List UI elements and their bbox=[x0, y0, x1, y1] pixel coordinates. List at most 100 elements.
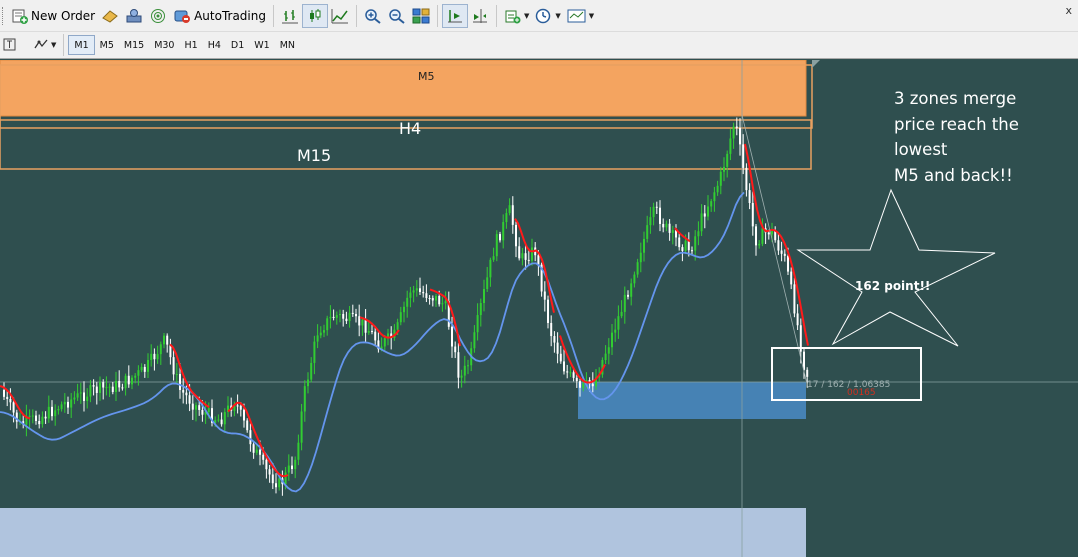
candle-body bbox=[806, 369, 809, 377]
periods-button[interactable]: ▼ bbox=[532, 4, 563, 28]
tile-windows-button[interactable] bbox=[409, 4, 433, 28]
candle-body bbox=[611, 332, 613, 348]
candle-body bbox=[300, 411, 303, 443]
candle-body bbox=[505, 213, 508, 223]
candle-body bbox=[332, 316, 335, 318]
crosshair-button[interactable] bbox=[0, 33, 20, 57]
candle-body bbox=[79, 392, 82, 394]
candle-body bbox=[441, 303, 444, 305]
candle-body bbox=[412, 290, 415, 293]
autotrading-button[interactable]: AutoTrading bbox=[170, 4, 269, 28]
candle-body bbox=[51, 406, 53, 417]
signals-button[interactable] bbox=[146, 4, 170, 28]
candle-body bbox=[787, 255, 789, 272]
candle-body bbox=[121, 387, 124, 389]
candle-body bbox=[179, 374, 181, 390]
candle-body bbox=[105, 387, 108, 389]
zoom-out-icon bbox=[388, 8, 406, 24]
candle-body bbox=[310, 362, 313, 380]
candle-body bbox=[201, 409, 204, 415]
timeframe-m15-button[interactable]: M15 bbox=[119, 35, 149, 55]
candle-body bbox=[396, 322, 399, 330]
timeframe-mn-button[interactable]: MN bbox=[275, 35, 300, 55]
indicators-icon bbox=[504, 8, 522, 24]
candle-body bbox=[249, 430, 252, 445]
candle-body bbox=[6, 396, 9, 400]
candle-body bbox=[316, 335, 319, 342]
candle-body bbox=[550, 322, 553, 337]
candle-body bbox=[668, 223, 671, 233]
candle-body bbox=[444, 301, 447, 304]
candle-body bbox=[243, 409, 245, 421]
candle-body bbox=[131, 377, 133, 385]
line-studies-button[interactable]: ▼ bbox=[30, 33, 59, 57]
timeframe-m1-button[interactable]: M1 bbox=[68, 35, 95, 55]
templates-icon bbox=[567, 8, 587, 24]
toolbar-separator bbox=[63, 34, 65, 56]
close-icon[interactable]: x bbox=[1065, 4, 1072, 17]
candle-body bbox=[515, 224, 517, 247]
timeframe-m30-button[interactable]: M30 bbox=[149, 35, 179, 55]
candle-body bbox=[364, 319, 367, 333]
candle-body bbox=[713, 192, 716, 202]
candle-body bbox=[604, 353, 607, 361]
candle-body bbox=[655, 206, 658, 208]
candle-body bbox=[463, 365, 466, 376]
candle-body bbox=[614, 329, 617, 333]
candle-body bbox=[371, 331, 373, 333]
candle-body bbox=[726, 153, 729, 167]
templates-button[interactable]: ▼ bbox=[564, 4, 597, 28]
candle-body bbox=[716, 185, 719, 193]
candle-body bbox=[182, 389, 185, 393]
new-order-button[interactable]: New Order bbox=[9, 4, 98, 28]
navigator-button[interactable] bbox=[122, 4, 146, 28]
candle-body bbox=[220, 419, 223, 425]
candle-body bbox=[428, 298, 431, 300]
chart-shift-button[interactable] bbox=[468, 4, 492, 28]
candle-body bbox=[758, 243, 761, 246]
zoom-out-button[interactable] bbox=[385, 4, 409, 28]
chevron-down-icon: ▼ bbox=[523, 11, 530, 20]
indicators-button[interactable]: ▼ bbox=[501, 4, 532, 28]
autoscroll-button[interactable] bbox=[441, 3, 468, 28]
candle-body bbox=[54, 410, 57, 417]
timeframe-h4-button[interactable]: H4 bbox=[203, 35, 226, 55]
zoom-in-button[interactable] bbox=[361, 4, 385, 28]
candlestick-button[interactable] bbox=[301, 3, 328, 28]
price-chart[interactable]: M5 H4 M15 3 zones merge price reach the … bbox=[0, 60, 1078, 557]
candle-body bbox=[185, 392, 188, 396]
market-watch-button[interactable] bbox=[98, 4, 122, 28]
candle-body bbox=[303, 386, 306, 412]
annotation-line: M5 and back!! bbox=[894, 165, 1013, 185]
candle-body bbox=[188, 395, 191, 404]
autoscroll-icon bbox=[446, 8, 464, 24]
bar-chart-button[interactable] bbox=[278, 4, 302, 28]
timeframe-group: M1 M5 M15 M30 H1 H4 D1 W1 MN bbox=[68, 35, 300, 55]
candle-body bbox=[425, 293, 428, 299]
candle-body bbox=[127, 375, 130, 385]
candle-body bbox=[95, 386, 98, 393]
candle-body bbox=[422, 291, 425, 294]
candle-body bbox=[518, 246, 521, 259]
candle-body bbox=[617, 316, 620, 330]
line-chart-button[interactable] bbox=[328, 4, 352, 28]
timeframe-w1-button[interactable]: W1 bbox=[249, 35, 274, 55]
candle-body bbox=[697, 231, 700, 237]
timeframe-m5-button[interactable]: M5 bbox=[95, 35, 119, 55]
candle-body bbox=[435, 295, 437, 301]
candle-body bbox=[342, 313, 345, 319]
candle-body bbox=[579, 381, 581, 388]
toolbar-grip[interactable] bbox=[2, 6, 6, 25]
timeframe-h1-button[interactable]: H1 bbox=[179, 35, 202, 55]
candle-body bbox=[191, 403, 194, 410]
candle-body bbox=[678, 237, 681, 248]
timeframe-d1-button[interactable]: D1 bbox=[226, 35, 249, 55]
candle-body bbox=[511, 205, 514, 225]
candle-body bbox=[195, 405, 197, 410]
candle-body bbox=[259, 449, 261, 455]
candle-body bbox=[607, 347, 610, 354]
toolbar-separator bbox=[272, 4, 274, 27]
candle-body bbox=[665, 223, 668, 228]
candle-body bbox=[415, 288, 418, 291]
zone-m5-label: M5 bbox=[418, 70, 435, 83]
